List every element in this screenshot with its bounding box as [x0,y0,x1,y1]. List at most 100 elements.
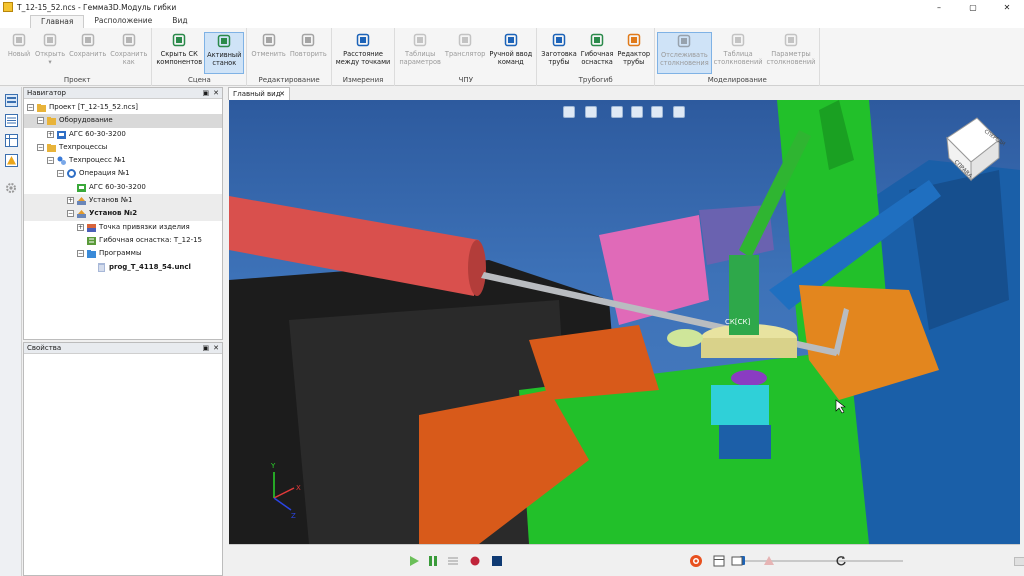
rotate-left-icon[interactable] [563,106,575,118]
active-machine-button[interactable]: Активный станок [204,32,245,74]
save-as-button[interactable]: Сохранить как [108,32,149,74]
expand-icon[interactable]: + [47,130,54,138]
ribbon-group-label: Редактирование [258,76,320,84]
target-icon[interactable] [689,554,703,568]
collapse-icon[interactable]: − [67,210,74,218]
new-project-button[interactable]: Новый [5,32,33,74]
3d-viewport[interactable]: СК[СК] СПРАВА СПЕРЕДИ Y X Z [229,100,1020,544]
parameter-tables-button[interactable]: Таблицы параметров [397,32,443,74]
tree-item-label: Установ №2 [89,209,138,218]
minimize-button[interactable]: – [922,0,956,14]
tab-home[interactable]: Главная [30,15,85,28]
tab-layout[interactable]: Расположение [84,15,162,28]
ribbon-button-label: Таблицы параметров [399,50,441,66]
tree-item[interactable]: − Программы [24,247,222,260]
tree-item-label: Программы [99,249,142,258]
hide-axes-button[interactable]: Скрыть СК компонентов [154,32,204,74]
ribbon-group-label: ЧПУ [458,76,473,84]
eye-icon[interactable] [651,106,663,118]
track-collisions-button[interactable]: Отслеживать столкновения [657,32,712,74]
tree-item[interactable]: − Оборудование [24,114,222,128]
reset-icon[interactable] [835,555,847,567]
tube-editor-button[interactable]: Редактор трубы [615,32,652,74]
ribbon-group-6: Отслеживать столкновения Таблица столкнов… [655,28,821,86]
collapse-icon[interactable]: − [37,143,44,151]
collapse-icon[interactable]: − [77,250,84,258]
panel-float-button[interactable]: ▣ [203,344,210,352]
stop-icon[interactable] [491,555,503,567]
tab-view[interactable]: Вид [162,15,197,28]
measure-distance-button[interactable]: Расстояние между точками [334,32,393,74]
ribbon-button-label: Отслеживать столкновения [660,51,709,67]
tree-item[interactable]: prog_T_4118_54.uncl [24,261,222,274]
list-panel-icon[interactable] [4,113,18,127]
navigator-panel: Навигатор ▣ ✕ − Проект [T_12-15_52.ncs] − Об… [23,87,223,340]
table-panel-icon[interactable] [4,133,18,147]
play-icon[interactable] [408,555,420,567]
close-button[interactable]: ✕ [990,0,1024,14]
tube-blank-icon [551,32,567,48]
tree-item-label: Гибочная оснастка: T_12-15 [99,235,202,244]
ribbon-button-label: Сохранить как [110,50,148,66]
open-icon [42,32,58,48]
tree-item[interactable]: + АГС 60-30-3200 [24,128,222,141]
tree-item[interactable]: АГС 60-30-3200 [24,181,222,194]
ribbon-button-label: Новый [7,50,31,58]
ribbon-button-label: Параметры столкновений [766,50,816,66]
settings-gear-icon[interactable] [4,181,18,195]
bending-tooling-button[interactable]: Гибочная оснастка [579,32,616,74]
ribbon-button-label: Заготовка трубы [541,50,577,66]
warning-panel-icon[interactable] [4,153,18,167]
panel-close-button[interactable]: ✕ [213,89,219,97]
palette-icon[interactable] [631,106,643,118]
collision-params-button[interactable]: Параметры столкновений [765,32,818,74]
tree-item[interactable]: − Проект [T_12-15_52.ncs] [24,101,222,114]
navigator-panel-icon[interactable] [4,93,18,107]
z-axis-label: Z [291,512,296,520]
close-view-icon[interactable]: ✕ [279,88,285,100]
track-collisions-icon [676,33,692,49]
translator-button[interactable]: Транслятор [443,32,487,74]
properties-panel: Свойства ▣ ✕ [23,342,223,576]
tree-item[interactable]: − Техпроцесс №1 [24,154,222,167]
render-mode-icon[interactable] [673,106,685,118]
ribbon-group-1: Скрыть СК компонентов Активный станок Сцен… [152,28,248,86]
ribbon-group-0: Новый Открыть ▾ Сохранить Сохранить как Прое… [3,28,153,86]
tree-item[interactable]: Гибочная оснастка: T_12-15 [24,234,222,247]
table-icon[interactable] [713,555,725,567]
expand-icon[interactable]: + [77,223,84,231]
tree-item[interactable]: + Установ №1 [24,194,222,208]
fit-icon[interactable] [611,106,623,118]
tree-item[interactable]: − Операция №1 [24,167,222,180]
tree-item[interactable]: − Техпроцессы [24,141,222,154]
collapse-icon[interactable]: − [37,117,44,125]
collision-warning-icon[interactable] [763,555,775,567]
undo-button[interactable]: Отменить [249,32,287,74]
panel-float-button[interactable]: ▣ [203,89,210,97]
save-button[interactable]: Сохранить [67,32,108,74]
manual-input-button[interactable]: Ручной ввод команд [487,32,534,74]
expand-icon[interactable]: + [67,197,74,205]
speed-slider[interactable] [1014,557,1024,566]
maximize-button[interactable]: ▢ [956,0,990,14]
collapse-icon[interactable]: − [47,157,54,165]
tube-red-end [468,240,486,296]
collision-params-icon [783,32,799,48]
collapse-icon[interactable]: − [57,170,64,178]
tube-blank-button[interactable]: Заготовка трубы [539,32,579,74]
record-icon[interactable] [469,555,481,567]
tree-item-label: Техпроцессы [59,142,108,151]
settings-icon[interactable] [731,555,743,567]
redo-button[interactable]: Повторить [288,32,329,74]
collision-table-button[interactable]: Таблица столкновений [712,32,765,74]
collapse-icon[interactable]: − [27,104,34,111]
panel-close-button[interactable]: ✕ [213,344,219,352]
tree-item[interactable]: − Установ №2 [24,207,222,221]
ribbon-button-label: Транслятор [444,50,486,58]
tab-main-view[interactable]: Главный вид ✕ [228,87,290,100]
pause-icon[interactable] [427,555,439,567]
tree-item[interactable]: + Точка привязки изделия [24,221,222,234]
rotate-right-icon[interactable] [585,106,597,118]
step-list-icon[interactable] [447,555,459,567]
open-button[interactable]: Открыть ▾ [33,32,67,74]
